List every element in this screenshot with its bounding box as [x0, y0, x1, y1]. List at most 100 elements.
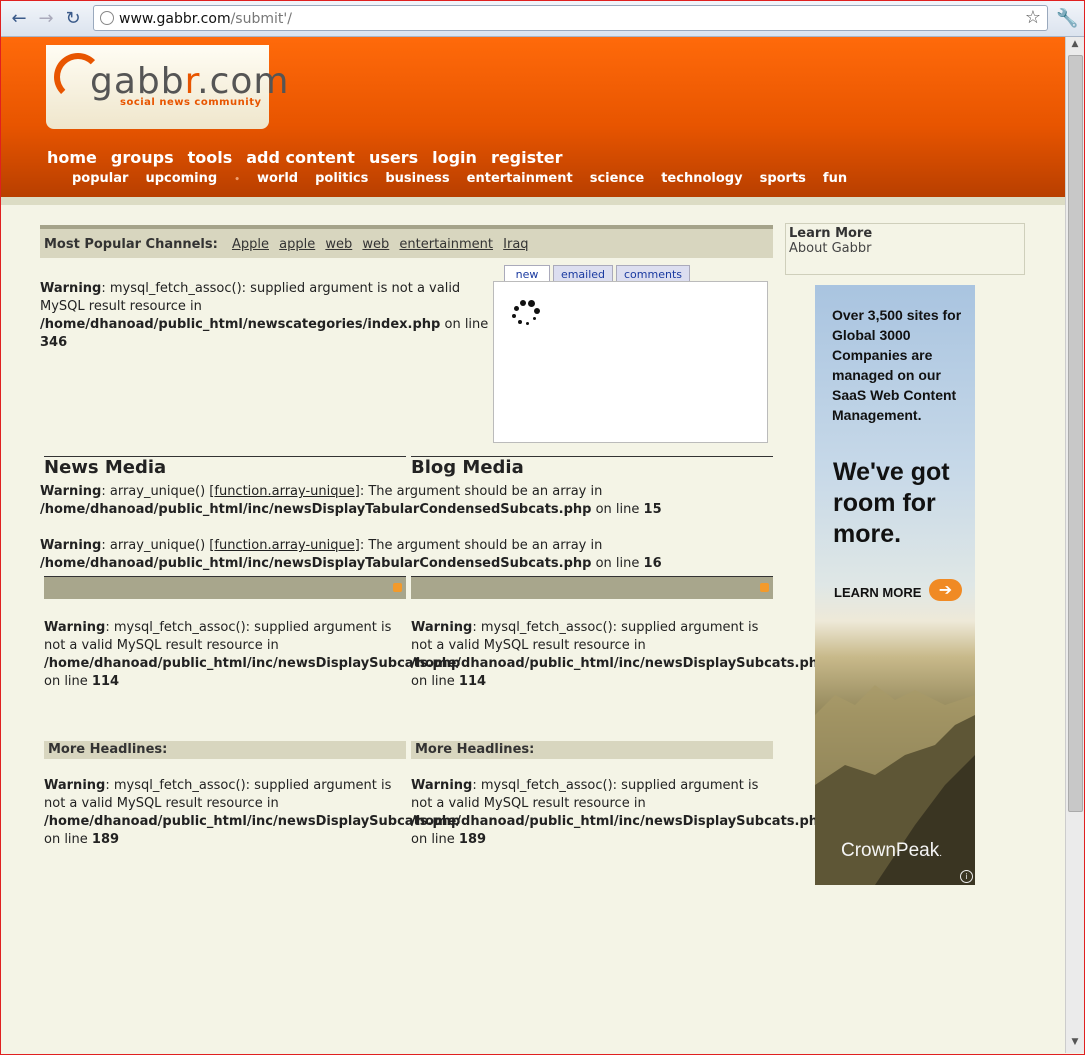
- sub-nav: popular upcoming • world politics business ent…: [72, 171, 864, 186]
- warning-on-line: on line: [44, 832, 92, 847]
- warning-path: /home/dhanoad/public_html/inc/newsDispla…: [44, 656, 461, 671]
- channel-link[interactable]: Iraq: [503, 237, 528, 252]
- logo-wordmark: gabbr.com: [90, 61, 289, 102]
- more-headlines-bar: More Headlines:: [411, 741, 773, 759]
- subnav-fun[interactable]: fun: [823, 171, 847, 186]
- warning-path: /home/dhanoad/public_html/inc/newsDispla…: [40, 556, 592, 571]
- nav-users[interactable]: users: [369, 148, 418, 167]
- warning-on-line: on line: [411, 674, 459, 689]
- php-warning: Warning: mysql_fetch_assoc(): supplied a…: [44, 619, 460, 691]
- subnav-politics[interactable]: politics: [315, 171, 368, 186]
- warning-label: Warning: [44, 778, 106, 793]
- nav-tools[interactable]: tools: [188, 148, 233, 167]
- forward-arrow-icon[interactable]: →: [36, 9, 56, 29]
- php-warning: Warning: mysql_fetch_assoc(): supplied a…: [40, 280, 490, 352]
- nav-register[interactable]: register: [491, 148, 563, 167]
- main-nav: home groups tools add content users login regi…: [47, 148, 577, 167]
- site-logo[interactable]: gabbr.com social news community: [46, 45, 288, 129]
- warning-on-line: on line: [440, 317, 489, 332]
- logo-part-1: gabb: [90, 61, 185, 102]
- scroll-up-icon[interactable]: ▲: [1068, 39, 1082, 53]
- news-media-heading: News Media: [44, 456, 406, 478]
- subnav-sports[interactable]: sports: [760, 171, 806, 186]
- channel-link[interactable]: apple: [279, 237, 315, 252]
- warning-label: Warning: [40, 281, 102, 296]
- learn-more-title: Learn More: [789, 226, 873, 241]
- learn-more-box: Learn More About Gabbr: [785, 223, 1025, 275]
- blog-media-heading: Blog Media: [411, 456, 773, 478]
- warning-path: /home/dhanoad/public_html/inc/newsDispla…: [411, 814, 828, 829]
- warning-text: ]: The argument should be an array in: [354, 484, 603, 499]
- channel-link[interactable]: Apple: [232, 237, 269, 252]
- back-arrow-icon[interactable]: ←: [9, 9, 29, 29]
- warning-label: Warning: [40, 538, 102, 553]
- warning-label: Warning: [411, 620, 473, 635]
- warning-on-line: on line: [44, 674, 92, 689]
- channel-link[interactable]: web: [362, 237, 389, 252]
- warning-label: Warning: [411, 778, 473, 793]
- address-bar[interactable]: www.gabbr.com/submit'/ ☆: [93, 5, 1048, 31]
- subnav-upcoming[interactable]: upcoming: [145, 171, 217, 186]
- brand-mark: .: [939, 848, 942, 859]
- warning-text: ]: The argument should be an array in: [354, 538, 603, 553]
- crownpeak-ad[interactable]: Over 3,500 sites for Global 3000 Compani…: [815, 285, 975, 885]
- channels-label: Most Popular Channels:: [44, 237, 218, 252]
- warning-line: 114: [91, 674, 120, 689]
- about-gabbr-link[interactable]: About Gabbr: [789, 241, 1021, 256]
- channel-link[interactable]: web: [325, 237, 352, 252]
- warning-line: 189: [91, 832, 120, 847]
- url-path: /submit'/: [230, 11, 292, 27]
- warning-text: : array_unique() [: [101, 538, 215, 553]
- nav-add-content[interactable]: add content: [246, 148, 355, 167]
- scroll-down-icon[interactable]: ▼: [1068, 1037, 1082, 1051]
- ad-cta[interactable]: LEARN MORE: [834, 585, 921, 600]
- warning-on-line: on line: [411, 832, 459, 847]
- subnav-business[interactable]: business: [385, 171, 449, 186]
- url-host: www.gabbr.com: [119, 11, 231, 27]
- rss-icon[interactable]: [760, 583, 769, 592]
- subnav-world[interactable]: world: [257, 171, 298, 186]
- header-divider: [1, 197, 1065, 205]
- ad-big-text: We've got room for more.: [833, 458, 950, 548]
- url-text: www.gabbr.com/submit'/: [119, 11, 292, 27]
- nav-groups[interactable]: groups: [111, 148, 174, 167]
- arrow-right-icon[interactable]: ➔: [929, 579, 962, 601]
- php-warning: Warning: mysql_fetch_assoc(): supplied a…: [411, 777, 827, 849]
- warning-line: 16: [643, 556, 662, 571]
- separator-dot-icon: •: [234, 175, 240, 185]
- php-warning: Warning: array_unique() [function.array-…: [40, 537, 780, 573]
- logo-tagline: social news community: [120, 97, 262, 108]
- blog-media-bar: [411, 576, 773, 599]
- subnav-technology[interactable]: technology: [661, 171, 742, 186]
- nav-login[interactable]: login: [432, 148, 477, 167]
- reload-icon[interactable]: ↻: [63, 9, 83, 29]
- vertical-scrollbar[interactable]: ▲ ▼: [1065, 37, 1084, 1053]
- subnav-science[interactable]: science: [590, 171, 645, 186]
- brand-text: CrownPeak: [841, 840, 940, 861]
- logo-part-2: r: [184, 61, 198, 102]
- scrollbar-thumb[interactable]: [1068, 55, 1083, 812]
- function-link[interactable]: function.array-unique: [214, 538, 354, 553]
- rss-icon[interactable]: [393, 583, 402, 592]
- warning-line: 15: [643, 502, 662, 517]
- channel-link[interactable]: entertainment: [399, 237, 493, 252]
- array-warnings: Warning: array_unique() [function.array-…: [40, 483, 780, 573]
- more-headlines-bar: More Headlines:: [44, 741, 406, 759]
- nav-home[interactable]: home: [47, 148, 97, 167]
- function-link[interactable]: function.array-unique: [214, 484, 354, 499]
- ad-info-icon[interactable]: i: [960, 870, 973, 883]
- wrench-icon[interactable]: 🔧: [1056, 8, 1078, 29]
- php-warning: Warning: array_unique() [function.array-…: [40, 483, 780, 519]
- warning-text: : array_unique() [: [101, 484, 215, 499]
- warning-text: : mysql_fetch_assoc(): supplied argument…: [40, 281, 461, 314]
- loading-spinner-icon: [510, 298, 540, 328]
- warning-path: /home/dhanoad/public_html/newscategories…: [40, 317, 441, 332]
- subnav-entertainment[interactable]: entertainment: [467, 171, 573, 186]
- warning-line: 114: [458, 674, 487, 689]
- popular-channels-bar: Most Popular Channels: Apple apple web w…: [40, 225, 773, 258]
- bookmark-star-icon[interactable]: ☆: [1025, 7, 1041, 28]
- warning-path: /home/dhanoad/public_html/inc/newsDispla…: [411, 656, 828, 671]
- globe-icon: [100, 11, 114, 25]
- subnav-popular[interactable]: popular: [72, 171, 128, 186]
- php-warning: Warning: mysql_fetch_assoc(): supplied a…: [44, 777, 460, 849]
